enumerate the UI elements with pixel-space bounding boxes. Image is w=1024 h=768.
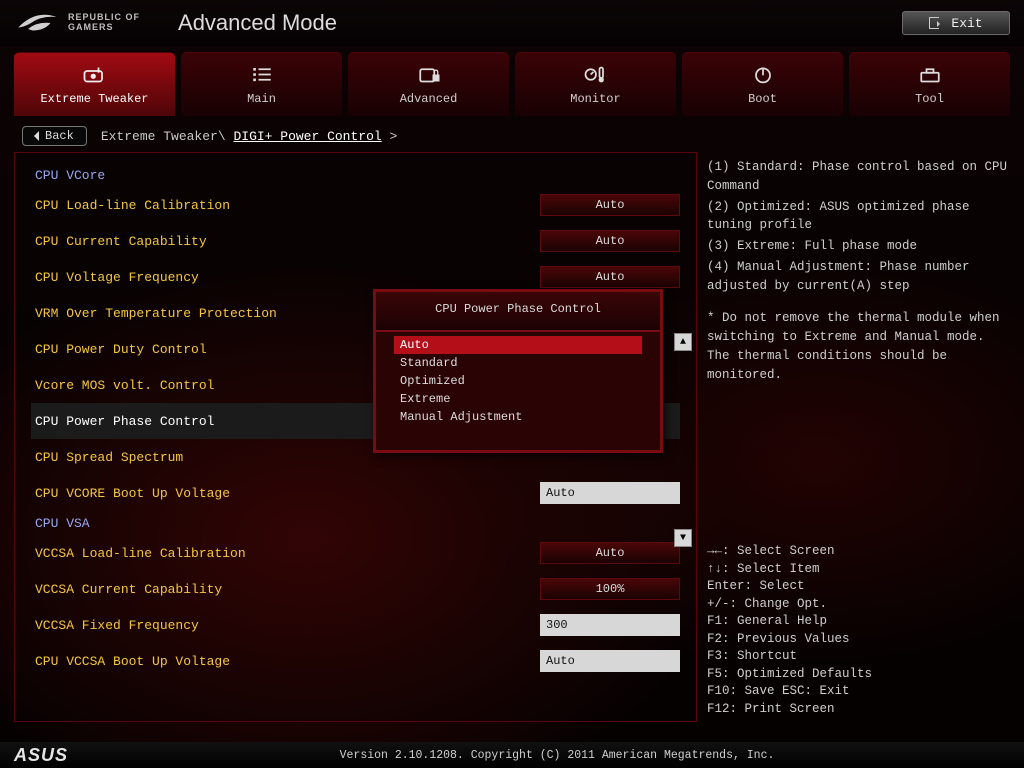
crumb-current: DIGI+ Power Control bbox=[233, 129, 381, 144]
brand-line2: GAMERS bbox=[68, 23, 140, 33]
asus-logo: ASUS bbox=[14, 745, 104, 766]
exit-button[interactable]: Exit bbox=[902, 11, 1010, 35]
setting-value-input[interactable] bbox=[540, 650, 680, 672]
setting-value-dropdown[interactable]: Auto bbox=[540, 194, 680, 216]
popup-option-standard[interactable]: Standard bbox=[394, 354, 642, 372]
phase-control-popup: CPU Power Phase Control AutoStandardOpti… bbox=[373, 289, 663, 453]
tab-label: Boot bbox=[748, 92, 777, 106]
setting-label: CPU Current Capability bbox=[31, 234, 540, 249]
back-label: Back bbox=[45, 129, 74, 143]
setting-row-vccsa-load-line-calibration[interactable]: VCCSA Load-line CalibrationAuto bbox=[31, 535, 680, 571]
setting-label: CPU Voltage Frequency bbox=[31, 270, 540, 285]
setting-row-cpu-vccsa-boot-up-voltage[interactable]: CPU VCCSA Boot Up Voltage bbox=[31, 643, 680, 679]
tab-label: Advanced bbox=[400, 92, 458, 106]
keyhelp-line: Enter: Select bbox=[707, 578, 1010, 596]
keyhelp-panel: →←: Select Screen↑↓: Select ItemEnter: S… bbox=[707, 543, 1010, 718]
setting-label: CPU Load-line Calibration bbox=[31, 198, 540, 213]
keyhelp-line: →←: Select Screen bbox=[707, 543, 1010, 561]
section-header: CPU VCore bbox=[31, 163, 680, 187]
tab-extreme-tweaker[interactable]: Extreme Tweaker bbox=[14, 52, 175, 116]
setting-label: CPU VCORE Boot Up Voltage bbox=[31, 486, 540, 501]
setting-row-vccsa-fixed-frequency[interactable]: VCCSA Fixed Frequency bbox=[31, 607, 680, 643]
tab-monitor[interactable]: Monitor bbox=[515, 52, 676, 116]
setting-row-cpu-vcore-boot-up-voltage[interactable]: CPU VCORE Boot Up Voltage bbox=[31, 475, 680, 511]
tab-tool[interactable]: Tool bbox=[849, 52, 1010, 116]
tab-main[interactable]: Main bbox=[181, 52, 342, 116]
rog-logo: REPUBLIC OF GAMERS bbox=[14, 8, 140, 38]
tab-advanced[interactable]: Advanced bbox=[348, 52, 509, 116]
popup-option-manual-adjustment[interactable]: Manual Adjustment bbox=[394, 408, 642, 426]
popup-option-extreme[interactable]: Extreme bbox=[394, 390, 642, 408]
keyhelp-line: F12: Print Screen bbox=[707, 701, 1010, 719]
setting-label: VCCSA Fixed Frequency bbox=[31, 618, 540, 633]
help-line: (2) Optimized: ASUS optimized phase tuni… bbox=[707, 198, 1008, 236]
setting-label: CPU VCCSA Boot Up Voltage bbox=[31, 654, 540, 669]
keyhelp-line: F10: Save ESC: Exit bbox=[707, 683, 1010, 701]
keyhelp-line: +/-: Change Opt. bbox=[707, 596, 1010, 614]
power-icon bbox=[749, 64, 777, 88]
setting-value-dropdown[interactable]: Auto bbox=[540, 266, 680, 288]
setting-row-vccsa-current-capability[interactable]: VCCSA Current Capability100% bbox=[31, 571, 680, 607]
keyhelp-line: F1: General Help bbox=[707, 613, 1010, 631]
tab-label: Monitor bbox=[570, 92, 620, 106]
help-line: (4) Manual Adjustment: Phase number adju… bbox=[707, 258, 1008, 296]
keyhelp-line: ↑↓: Select Item bbox=[707, 561, 1010, 579]
chip-lock-icon bbox=[415, 64, 443, 88]
section-label: CPU VSA bbox=[31, 516, 680, 531]
popup-title: CPU Power Phase Control bbox=[376, 292, 660, 332]
setting-row-cpu-load-line-calibration[interactable]: CPU Load-line CalibrationAuto bbox=[31, 187, 680, 223]
setting-label: VCCSA Load-line Calibration bbox=[31, 546, 540, 561]
list-icon bbox=[248, 64, 276, 88]
help-line: (3) Extreme: Full phase mode bbox=[707, 237, 1008, 256]
setting-label: VCCSA Current Capability bbox=[31, 582, 540, 597]
tweaker-icon bbox=[81, 64, 109, 88]
help-line: (1) Standard: Phase control based on CPU… bbox=[707, 158, 1008, 196]
help-note: * Do not remove the thermal module when … bbox=[707, 309, 1008, 384]
setting-value-dropdown[interactable]: Auto bbox=[540, 542, 680, 564]
setting-value-dropdown[interactable]: 100% bbox=[540, 578, 680, 600]
thermo-icon bbox=[582, 64, 610, 88]
tab-bar: Extreme Tweaker Main Advanced Monitor Boot To… bbox=[0, 46, 1024, 116]
tab-boot[interactable]: Boot bbox=[682, 52, 843, 116]
tab-label: Extreme Tweaker bbox=[40, 92, 148, 106]
tab-label: Tool bbox=[915, 92, 944, 106]
keyhelp-line: F2: Previous Values bbox=[707, 631, 1010, 649]
keyhelp-line: F5: Optimized Defaults bbox=[707, 666, 1010, 684]
tab-label: Main bbox=[247, 92, 276, 106]
breadcrumb: Back Extreme Tweaker\ DIGI+ Power Contro… bbox=[0, 120, 1024, 152]
setting-value-dropdown[interactable]: Auto bbox=[540, 230, 680, 252]
rog-eye-icon bbox=[14, 8, 60, 38]
scroll-down-button[interactable]: ▼ bbox=[674, 529, 692, 547]
scroll-up-button[interactable]: ▲ bbox=[674, 333, 692, 351]
help-panel: (1) Standard: Phase control based on CPU… bbox=[707, 152, 1010, 384]
exit-label: Exit bbox=[951, 16, 982, 31]
section-header: CPU VSA bbox=[31, 511, 680, 535]
popup-option-auto[interactable]: Auto bbox=[394, 336, 642, 354]
exit-icon bbox=[929, 17, 939, 29]
settings-panel: CPU VCoreCPU Load-line CalibrationAutoCP… bbox=[14, 152, 697, 722]
footer-version: Version 2.10.1208. Copyright (C) 2011 Am… bbox=[104, 749, 1010, 762]
setting-row-cpu-current-capability[interactable]: CPU Current CapabilityAuto bbox=[31, 223, 680, 259]
crumb-root[interactable]: Extreme Tweaker bbox=[101, 129, 218, 144]
setting-value-input[interactable] bbox=[540, 614, 680, 636]
page-title: Advanced Mode bbox=[140, 10, 902, 36]
section-label: CPU VCore bbox=[31, 168, 680, 183]
back-button[interactable]: Back bbox=[22, 126, 87, 146]
toolbox-icon bbox=[916, 64, 944, 88]
keyhelp-line: F3: Shortcut bbox=[707, 648, 1010, 666]
popup-option-optimized[interactable]: Optimized bbox=[394, 372, 642, 390]
setting-value-input[interactable] bbox=[540, 482, 680, 504]
